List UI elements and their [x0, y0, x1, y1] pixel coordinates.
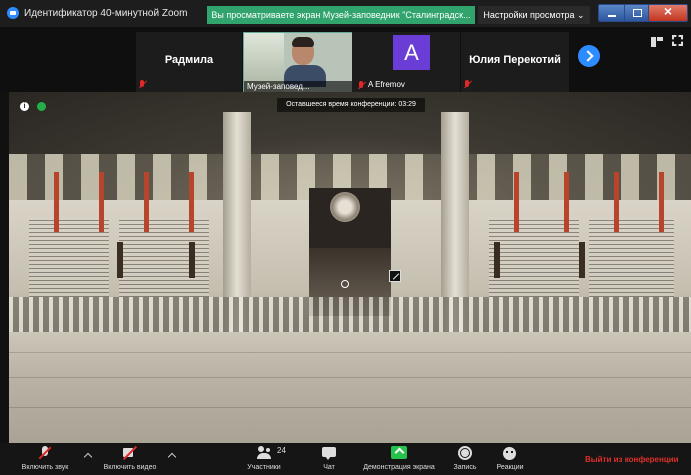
- reactions-icon: [503, 446, 517, 460]
- medallion: [330, 192, 360, 222]
- participant-video-tile[interactable]: Музей-заповед...: [243, 32, 353, 94]
- mic-muted-icon: [463, 80, 471, 90]
- record-icon: [458, 446, 472, 460]
- start-video-button[interactable]: Включить видео: [95, 443, 165, 475]
- participant-video: [284, 35, 326, 87]
- participant-name: Юлия Перекотий: [469, 54, 561, 66]
- expand-icon[interactable]: [389, 270, 401, 282]
- info-icon[interactable]: i: [20, 102, 29, 111]
- next-page-button[interactable]: [578, 45, 600, 67]
- shared-screen: [9, 92, 691, 443]
- leave-meeting-button[interactable]: Выйти из конференции: [585, 455, 679, 464]
- unmute-button[interactable]: Включить звук: [8, 443, 82, 475]
- fullscreen-icon[interactable]: [672, 35, 683, 46]
- camera-off-icon: [123, 446, 137, 460]
- microphone-muted-icon: [38, 446, 52, 460]
- zoom-window: Идентификатор 40-минутной Zoom Вы просма…: [0, 0, 691, 475]
- zoom-logo-icon: [7, 7, 19, 19]
- participants-strip: Радмила Музей-заповед... A A Efremov Юли…: [0, 27, 691, 94]
- audio-options-chevron[interactable]: [84, 451, 92, 459]
- encryption-shield-icon[interactable]: [37, 102, 46, 111]
- participants-count: 24: [277, 446, 286, 455]
- title-bar: Идентификатор 40-минутной Zoom Вы просма…: [0, 0, 691, 27]
- participant-tile[interactable]: Юлия Перекотий: [461, 32, 569, 92]
- close-button[interactable]: [648, 3, 688, 22]
- meeting-time-remaining: Оставшееся время конференции: 03:29: [277, 98, 425, 112]
- layout-icon[interactable]: [651, 37, 663, 47]
- share-banner: Вы просматриваете экран Музей-заповедник…: [207, 6, 475, 24]
- share-screen-button[interactable]: Демонстрация экрана: [356, 443, 442, 475]
- avatar: A: [393, 35, 430, 70]
- participant-tile[interactable]: Радмила: [136, 32, 242, 92]
- video-options-chevron[interactable]: [168, 451, 176, 459]
- share-screen-icon: [391, 446, 407, 460]
- maximize-button[interactable]: [624, 4, 650, 22]
- cursor-icon: [341, 280, 349, 288]
- minimize-button[interactable]: [598, 4, 626, 22]
- participant-tile[interactable]: A A Efremov: [352, 32, 460, 92]
- participant-name: Радмила: [164, 54, 214, 66]
- record-button[interactable]: Запись: [447, 443, 483, 475]
- participant-name: A Efremov: [368, 80, 405, 89]
- chat-button[interactable]: Чат: [314, 443, 344, 475]
- view-options-button[interactable]: Настройки просмотра ⌄: [478, 6, 590, 24]
- participants-icon: [257, 446, 271, 460]
- mic-muted-icon: [138, 80, 146, 90]
- meeting-toolbar: Включить звук Включить видео Участники 2…: [0, 443, 691, 475]
- chat-icon: [322, 446, 336, 460]
- reactions-button[interactable]: Реакции: [490, 443, 530, 475]
- window-title: Идентификатор 40-минутной Zoom: [24, 8, 188, 19]
- mic-muted-icon: [357, 81, 365, 91]
